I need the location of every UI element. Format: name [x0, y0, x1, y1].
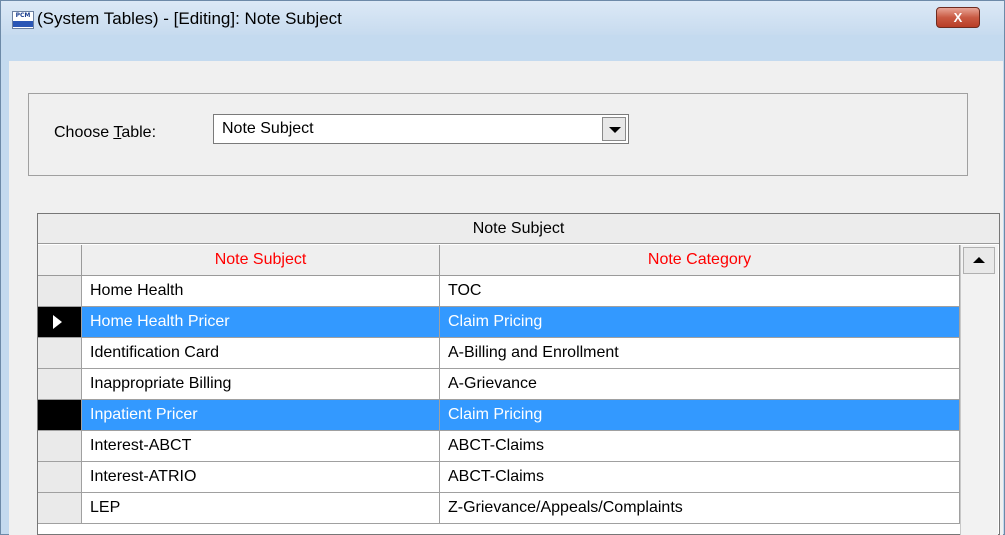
current-row-arrow-icon [53, 315, 62, 329]
cell-note-category[interactable]: ABCT-Claims [440, 431, 960, 462]
row-selector[interactable] [38, 400, 82, 431]
cell-note-subject[interactable]: Inpatient Pricer [82, 400, 440, 431]
row-selector[interactable] [38, 462, 82, 493]
app-icon-text: PCM [15, 12, 31, 19]
row-selector-header [38, 245, 82, 276]
cell-note-subject[interactable]: Identification Card [82, 338, 440, 369]
table-row[interactable]: Inappropriate Billing A-Grievance [38, 369, 960, 400]
row-selector[interactable] [38, 431, 82, 462]
table-row[interactable]: Interest-ABCT ABCT-Claims [38, 431, 960, 462]
column-header-note-category[interactable]: Note Category [440, 245, 960, 276]
cell-note-category[interactable]: Claim Pricing [440, 307, 960, 338]
cell-note-subject[interactable]: Interest-ABCT [82, 431, 440, 462]
cell-note-category[interactable]: Z-Grievance/Appeals/Complaints [440, 493, 960, 524]
vertical-scrollbar[interactable] [960, 245, 998, 535]
cell-note-category[interactable]: TOC [440, 276, 960, 307]
table-row[interactable]: Inpatient Pricer Claim Pricing [38, 400, 960, 431]
column-header-note-subject[interactable]: Note Subject [82, 245, 440, 276]
grid-caption: Note Subject [38, 214, 999, 244]
cell-note-category[interactable]: A-Billing and Enrollment [440, 338, 960, 369]
chevron-down-icon[interactable] [602, 117, 626, 141]
row-selector[interactable] [38, 369, 82, 400]
cell-note-subject[interactable]: LEP [82, 493, 440, 524]
table-row[interactable]: LEP Z-Grievance/Appeals/Complaints [38, 493, 960, 524]
table-row[interactable]: Home Health Pricer Claim Pricing [38, 307, 960, 338]
table-row[interactable]: Interest-ATRIO ABCT-Claims [38, 462, 960, 493]
scroll-up-icon[interactable] [963, 247, 995, 274]
title-bar[interactable]: PCM (System Tables) - [Editing]: Note Su… [1, 1, 1004, 35]
row-selector[interactable] [38, 276, 82, 307]
row-selector[interactable] [38, 307, 82, 338]
cell-note-category[interactable]: ABCT-Claims [440, 462, 960, 493]
cell-note-subject[interactable]: Home Health [82, 276, 440, 307]
row-selector[interactable] [38, 493, 82, 524]
window-title: (System Tables) - [Editing]: Note Subjec… [37, 9, 342, 28]
close-button[interactable]: X [936, 7, 980, 28]
app-icon: PCM [12, 11, 34, 29]
cell-note-category[interactable]: A-Grievance [440, 369, 960, 400]
cell-note-subject[interactable]: Home Health Pricer [82, 307, 440, 338]
table-row[interactable]: Identification Card A-Billing and Enrollm… [38, 338, 960, 369]
close-icon: X [953, 10, 963, 25]
choose-table-label: Choose Table: [54, 124, 157, 141]
cell-note-category[interactable]: Claim Pricing [440, 400, 960, 431]
cell-note-subject[interactable]: Inappropriate Billing [82, 369, 440, 400]
choose-table-combo[interactable]: Note Subject [213, 114, 629, 144]
cell-note-subject[interactable]: Interest-ATRIO [82, 462, 440, 493]
choose-table-value: Note Subject [222, 120, 314, 137]
table-row[interactable]: Home Health TOC [38, 276, 960, 307]
row-selector[interactable] [38, 338, 82, 369]
